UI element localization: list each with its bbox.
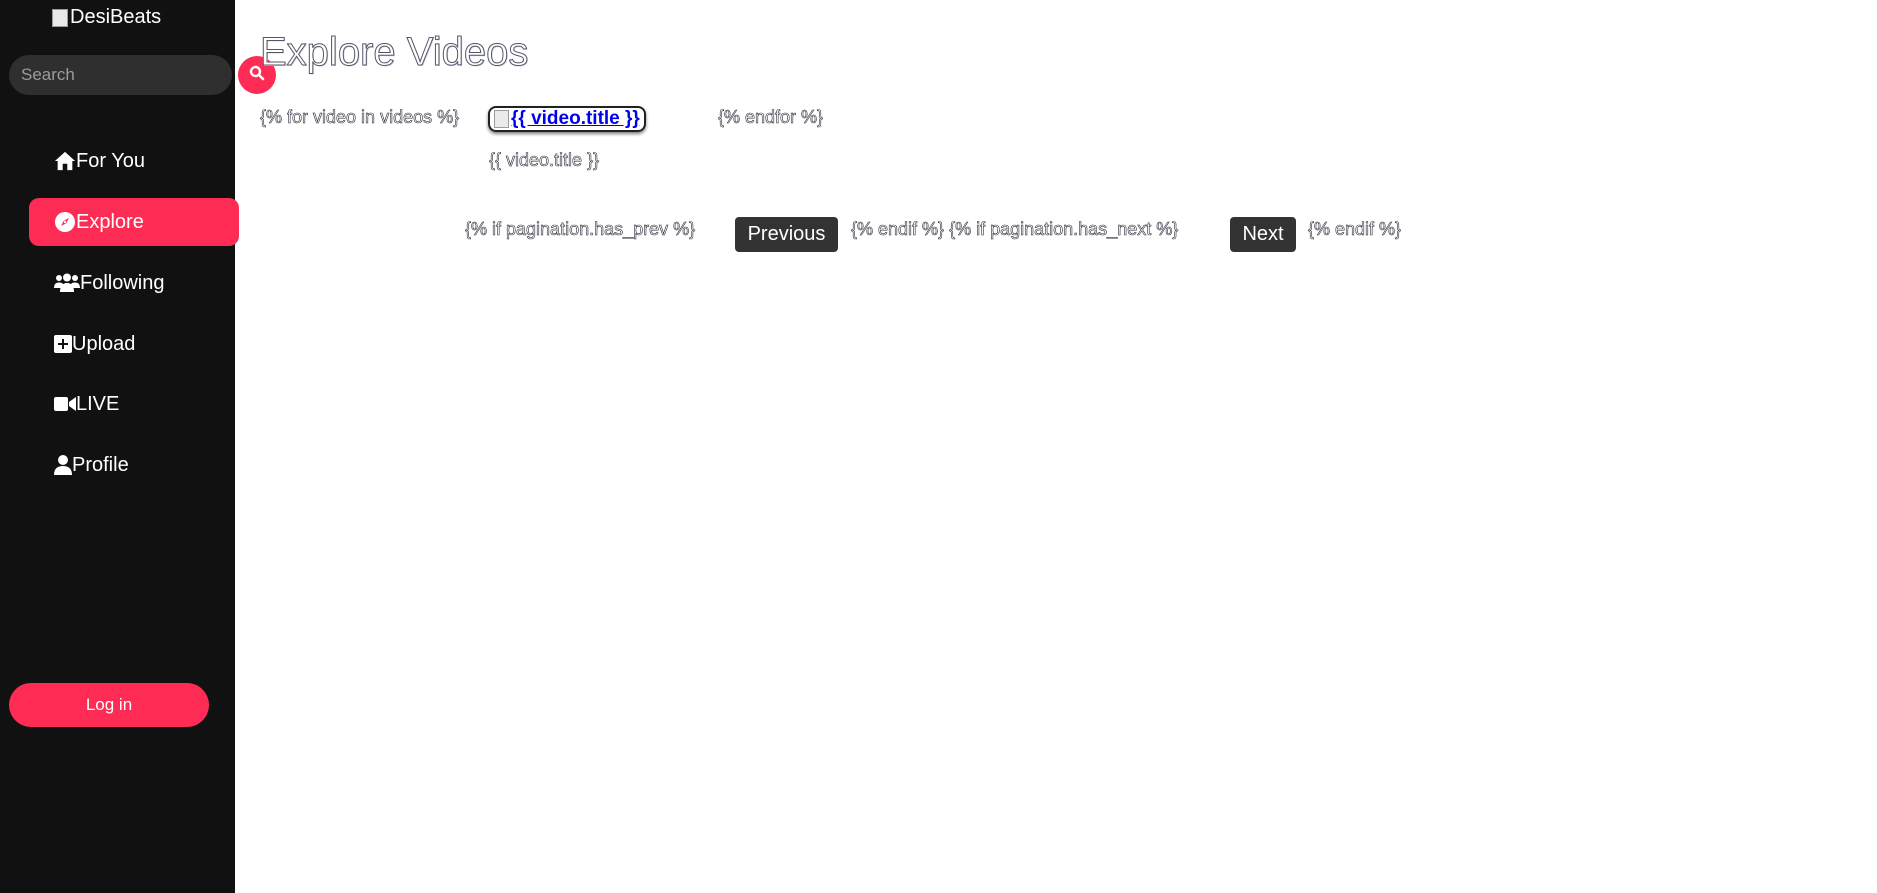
previous-button[interactable]: Previous [735,217,838,252]
nav-item-explore[interactable]: Explore [29,198,239,246]
nav-label: Following [80,271,165,294]
template-endif: {% endif %} [1308,219,1402,240]
search-input[interactable] [9,55,232,95]
template-loop-end: {% endfor %} [718,107,824,128]
nav-item-upload[interactable]: Upload [29,320,239,368]
video-link-text: {{ video.title }} [511,108,640,129]
page-title: Explore Videos [259,30,529,75]
nav-item-profile[interactable]: Profile [29,441,239,489]
nav-label: LIVE [76,392,120,415]
broken-image-icon [494,110,509,128]
template-if-prev: {% if pagination.has_prev %} [465,219,696,240]
nav-item-following[interactable]: Following [29,259,239,307]
template-loop-start: {% for video in videos %} [260,107,460,128]
next-button[interactable]: Next [1230,217,1296,252]
nav-label: Profile [72,453,129,476]
users-icon [54,272,80,294]
nav-label: For You [76,149,145,172]
nav-label: Upload [72,332,136,355]
broken-image-icon [52,8,68,27]
nav-item-for-you[interactable]: For You [29,137,239,185]
video-link[interactable]: {{ video.title }} [488,106,646,132]
upload-icon [54,333,72,355]
logo[interactable]: DesiBeats [52,6,161,29]
nav-item-live[interactable]: LIVE [29,380,239,428]
video-caption: {{ video.title }} [489,150,600,171]
compass-icon [54,211,76,233]
nav-label: Explore [76,210,144,233]
template-endif-if-next: {% endif %} {% if pagination.has_next %} [851,219,1179,240]
home-icon [54,150,76,172]
login-button[interactable]: Log in [9,683,209,727]
logo-alt-text: DesiBeats [70,6,162,28]
sidebar: DesiBeats For You Explore [0,0,276,893]
user-icon [54,454,72,476]
video-camera-icon [54,393,76,415]
